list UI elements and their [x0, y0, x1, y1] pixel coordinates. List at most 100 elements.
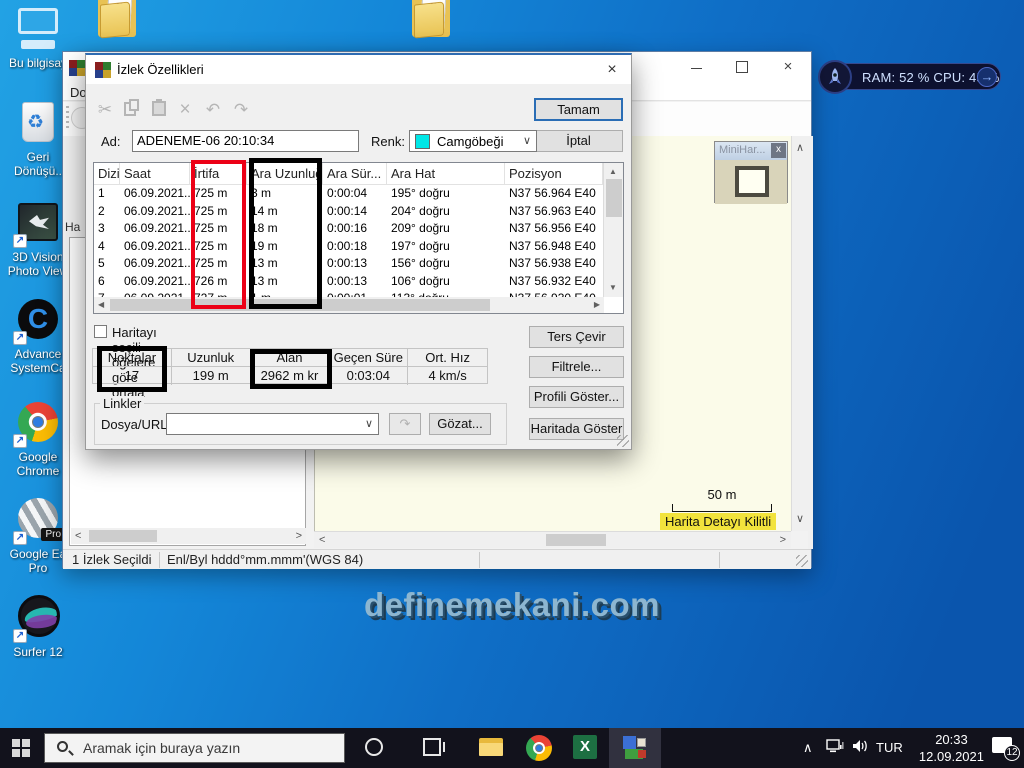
scroll-left-icon[interactable]: ◀: [98, 297, 104, 312]
dialog-resize-grip[interactable]: [617, 435, 629, 447]
side-button-haritada-g-ster[interactable]: Haritada Göster: [529, 418, 624, 440]
clock-date: 12.09.2021: [919, 748, 984, 765]
ram-cpu-widget[interactable]: RAM: 52 % CPU: 45 % →: [821, 63, 1001, 90]
browse-button[interactable]: Gözat...: [429, 413, 491, 435]
scroll-right-icon[interactable]: >: [296, 528, 302, 544]
resize-grip[interactable]: [796, 555, 808, 567]
column-header[interactable]: Pozisyon: [505, 163, 603, 185]
open-link-button[interactable]: ↷: [389, 413, 421, 435]
side-button-ters-evir[interactable]: Ters Çevir: [529, 326, 624, 348]
file-explorer-button[interactable]: [479, 735, 505, 761]
scrollbar-thumb[interactable]: [89, 530, 157, 542]
shortcut-arrow-icon: ↗: [13, 531, 27, 545]
taskbar-search[interactable]: Aramak için buraya yazın: [44, 733, 345, 763]
name-label: Ad:: [101, 134, 121, 149]
color-select[interactable]: Camgöbeği ∨: [409, 130, 537, 152]
language-indicator[interactable]: TUR: [876, 740, 903, 755]
table-cell: 06.09.2021..: [120, 255, 190, 273]
tray-expand-icon[interactable]: ∧: [803, 740, 813, 756]
map-hscrollbar[interactable]: < >: [314, 531, 791, 548]
map-vscrollbar[interactable]: ∧ ∨: [791, 136, 808, 531]
map-app-taskbar-button-active[interactable]: [609, 728, 661, 768]
copy-icon[interactable]: [124, 102, 136, 116]
network-icon[interactable]: [826, 738, 844, 757]
scroll-up-icon[interactable]: ∧: [796, 140, 804, 156]
table-row[interactable]: 206.09.2021..725 m14 m0:00:14204° doğruN…: [94, 203, 603, 221]
desktop-folder-icon[interactable]: [412, 0, 454, 41]
minimap-body: [715, 160, 787, 204]
table-row[interactable]: 406.09.2021..725 m19 m0:00:18197° doğruN…: [94, 238, 603, 256]
scroll-up-icon[interactable]: ▲: [609, 164, 617, 180]
scrollbar-thumb[interactable]: [546, 534, 606, 546]
table-row[interactable]: 706.09.2021727 m1 m0:00:01113° doğruN37 …: [94, 290, 603, 297]
recycle-bin-icon: ♻: [22, 102, 54, 142]
center-map-checkbox[interactable]: [94, 325, 107, 338]
table-vscrollbar[interactable]: ▲ ▼: [603, 163, 623, 297]
scroll-right-icon[interactable]: >: [780, 532, 786, 548]
scroll-down-icon[interactable]: ∨: [796, 511, 804, 527]
side-button-profili-g-ster[interactable]: Profili Göster...: [529, 386, 624, 408]
table-row[interactable]: 106.09.2021..725 m3 m0:00:04195° doğruN3…: [94, 185, 603, 203]
cortana-button[interactable]: [362, 735, 388, 761]
close-icon[interactable]: ×: [765, 52, 811, 82]
file-url-combo[interactable]: ∨: [166, 413, 379, 435]
dialog-title: İzlek Özellikleri: [117, 62, 204, 77]
scroll-down-icon[interactable]: ▼: [609, 280, 617, 296]
desktop-icon-surfer-12[interactable]: ↗ Surfer 12: [4, 595, 72, 659]
column-header[interactable]: Ara Hat: [387, 163, 505, 185]
table-cell: N37 56.932 E40: [505, 273, 603, 291]
left-panel-hscrollbar[interactable]: < >: [71, 528, 306, 544]
notification-center-button[interactable]: 12: [992, 737, 1016, 757]
search-placeholder: Aramak için buraya yazın: [83, 740, 240, 756]
table-cell: N37 56.956 E40: [505, 220, 603, 238]
scrollbar-thumb[interactable]: [110, 299, 490, 311]
table-cell: 19 m: [247, 238, 323, 256]
column-header[interactable]: Dizin: [94, 163, 120, 185]
delete-icon[interactable]: ×: [174, 100, 196, 120]
name-input[interactable]: ADENEME-06 20:10:34: [132, 130, 359, 152]
map-app-icon: [69, 60, 85, 76]
table-row[interactable]: 306.09.2021..725 m18 m0:00:16209° doğruN…: [94, 220, 603, 238]
cut-icon[interactable]: ✂: [94, 100, 116, 120]
close-icon[interactable]: ×: [601, 59, 623, 81]
rocket-icon: [818, 60, 852, 94]
table-row[interactable]: 606.09.2021..726 m13 m0:00:13106° doğruN…: [94, 273, 603, 291]
table-cell: 5: [94, 255, 120, 273]
redo-icon[interactable]: ↷: [230, 100, 252, 120]
column-header[interactable]: İrtifa: [190, 163, 247, 185]
shortcut-arrow-icon: ↗: [13, 331, 27, 345]
table-row[interactable]: 506.09.2021..725 m13 m0:00:13156° doğruN…: [94, 255, 603, 273]
dialog-titlebar[interactable]: İzlek Özellikleri ×: [86, 55, 631, 84]
minimize-button[interactable]: [673, 52, 719, 82]
scroll-left-icon[interactable]: <: [319, 532, 325, 548]
undo-icon[interactable]: ↶: [202, 100, 224, 120]
paste-icon[interactable]: [152, 101, 166, 116]
widget-arrow-icon[interactable]: →: [977, 67, 997, 87]
status-separator: [719, 552, 720, 568]
chrome-taskbar-button[interactable]: [526, 735, 552, 761]
taskbar-clock[interactable]: 20:33 12.09.2021: [919, 731, 984, 765]
table-cell: 195° doğru: [387, 185, 505, 203]
column-header[interactable]: Ara Sür...: [323, 163, 387, 185]
table-header[interactable]: DizinSaatİrtifaAra UzunluğuAra Sür...Ara…: [94, 163, 603, 185]
map-detail-locked-badge: Harita Detayı Kilitli: [660, 513, 776, 530]
start-button[interactable]: [12, 739, 30, 757]
volume-icon[interactable]: [851, 738, 869, 757]
ok-button[interactable]: Tamam: [534, 98, 623, 121]
column-header[interactable]: Saat: [120, 163, 190, 185]
column-header[interactable]: Ara Uzunluğu: [247, 163, 323, 185]
minimap-close-icon[interactable]: x: [771, 143, 786, 158]
table-hscrollbar[interactable]: ◀ ▶: [94, 297, 604, 313]
cancel-button[interactable]: İptal: [534, 130, 623, 152]
scroll-left-icon[interactable]: <: [75, 528, 81, 544]
track-table: DizinSaatİrtifaAra UzunluğuAra Sür...Ara…: [93, 162, 624, 314]
scrollbar-thumb[interactable]: [606, 179, 622, 217]
toolbar-handle[interactable]: [66, 106, 69, 130]
maximize-button[interactable]: [719, 52, 765, 82]
desktop-folder-icon[interactable]: [98, 0, 140, 41]
excel-taskbar-button[interactable]: X: [573, 735, 599, 761]
side-button-filtrele[interactable]: Filtrele...: [529, 356, 624, 378]
scroll-right-icon[interactable]: ▶: [594, 297, 600, 312]
left-panel-tab-partial[interactable]: Ha: [65, 220, 80, 234]
task-view-button[interactable]: [420, 735, 446, 761]
